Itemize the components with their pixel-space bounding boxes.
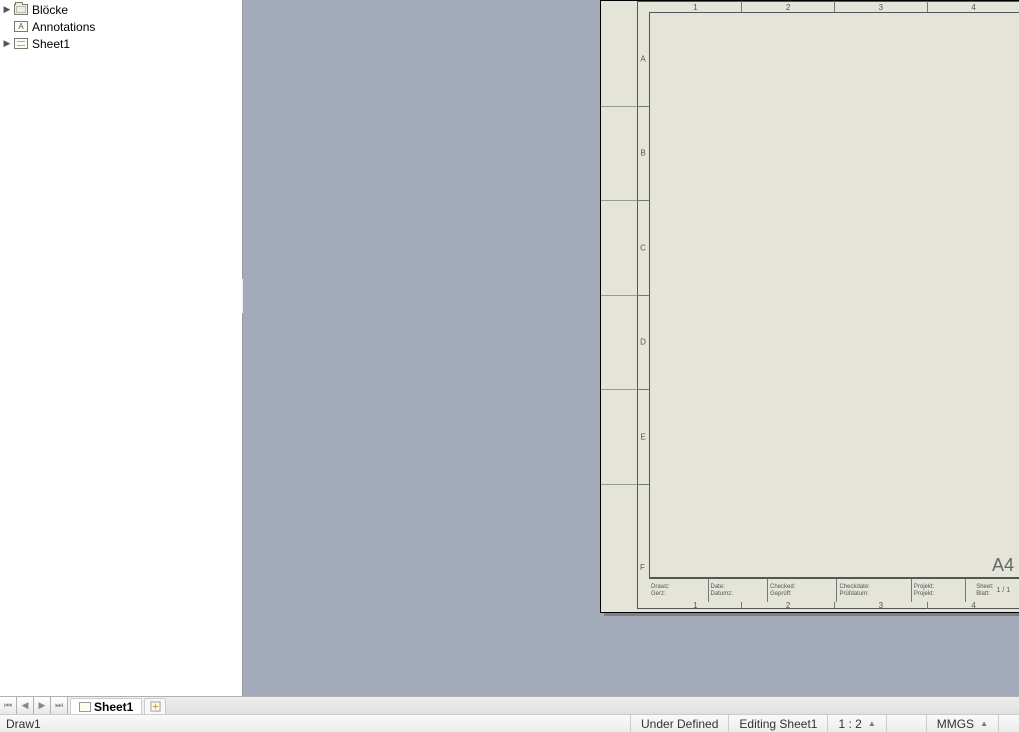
bottom-col-labels: 1 2 3 4 [649,602,1019,609]
status-units[interactable]: MMGS▲ [926,715,998,732]
status-editing-mode[interactable]: Editing Sheet1 [728,715,827,732]
tb-label: Checkdate: [839,584,908,590]
tb-label: Projekt: [914,584,964,590]
sheet-icon [12,38,30,49]
tb-label: Date: [711,584,766,590]
feature-tree: ▶ Blöcke ▶ A Annotations ▶ Sheet1 [0,0,242,52]
tb-sheet-count: 1 / 1 [997,587,1011,594]
add-sheet-icon [150,701,161,712]
expander-icon[interactable]: ▶ [2,4,12,15]
left-row-labels: A B C D E [637,12,649,578]
chevron-up-icon: ▲ [868,719,876,728]
row-label: E [640,432,645,441]
title-block: Drawz: Gerz: Date: Datumz: Checked: Gepr… [649,578,1019,602]
tb-label: Geprüft: [770,591,834,597]
tab-nav-last-button[interactable]: ⏭ [51,697,68,714]
tb-label: Checked: [770,584,834,590]
tb-label: Drawz: [651,584,706,590]
tree-item-label: Blöcke [30,3,68,17]
tab-nav-prev-button[interactable]: ◀ [17,697,34,714]
tb-label: Prüfdatum: [839,591,908,597]
tab-label: Sheet1 [94,700,133,714]
row-label: A [640,54,645,63]
row-label: C [640,243,646,252]
status-document-name: Draw1 [0,717,47,731]
drawing-sheet[interactable]: 1 2 3 4 A B C D E A B C D [600,0,1019,613]
tree-item-blocks[interactable]: ▶ Blöcke [2,1,242,18]
tree-item-label: Sheet1 [30,37,70,51]
row-label: D [640,338,646,347]
status-tail [998,715,1019,732]
tree-item-label: Annotations [30,20,95,34]
sheet-frame-inner [649,12,1019,578]
sheet-icon [79,702,91,712]
add-sheet-button[interactable] [144,698,166,714]
tab-nav-first-button[interactable]: ⏮ [0,697,17,714]
annotation-icon: A [12,21,30,32]
tab-sheet1[interactable]: Sheet1 [70,698,142,714]
tab-nav-next-button[interactable]: ▶ [34,697,51,714]
left-edge-ticks [601,12,637,578]
feature-tree-panel: ▶ Blöcke ▶ A Annotations ▶ Sheet1 [0,0,243,696]
tb-label: Datumz: [711,591,766,597]
tb-label: Gerz: [651,591,706,597]
col-label: 1 [693,602,697,610]
col-label: 2 [786,602,790,610]
tb-label: Blatt: [976,591,993,597]
status-bar: Draw1 Under Defined Editing Sheet1 1 : 2… [0,714,1019,732]
status-empty [886,715,926,732]
tab-strip-filler [166,697,1019,714]
sheet-tab-strip: ⏮ ◀ ▶ ⏭ Sheet1 [0,696,1019,714]
tree-item-sheet[interactable]: ▶ Sheet1 [2,35,242,52]
status-scale[interactable]: 1 : 2▲ [827,715,885,732]
status-definition-state[interactable]: Under Defined [630,715,728,732]
col-label: 3 [879,4,883,12]
sheet-size-label: A4 [992,555,1014,576]
drawing-canvas[interactable]: 1 2 3 4 A B C D E A B C D [243,0,1019,696]
col-label: 4 [971,602,975,610]
col-label: 1 [693,4,697,12]
col-label: 2 [786,4,790,12]
tree-item-annotations[interactable]: ▶ A Annotations [2,18,242,35]
top-col-labels: 1 2 3 4 [649,1,1019,12]
row-label: B [640,149,645,158]
row-label-f-left: F [640,563,645,572]
folder-icon [12,4,30,15]
col-label: 4 [971,4,975,12]
tb-label: Sheet: [976,584,993,590]
tb-label: Projekt: [914,591,964,597]
col-label: 3 [879,602,883,610]
chevron-up-icon: ▲ [980,719,988,728]
expander-icon[interactable]: ▶ [2,38,12,49]
